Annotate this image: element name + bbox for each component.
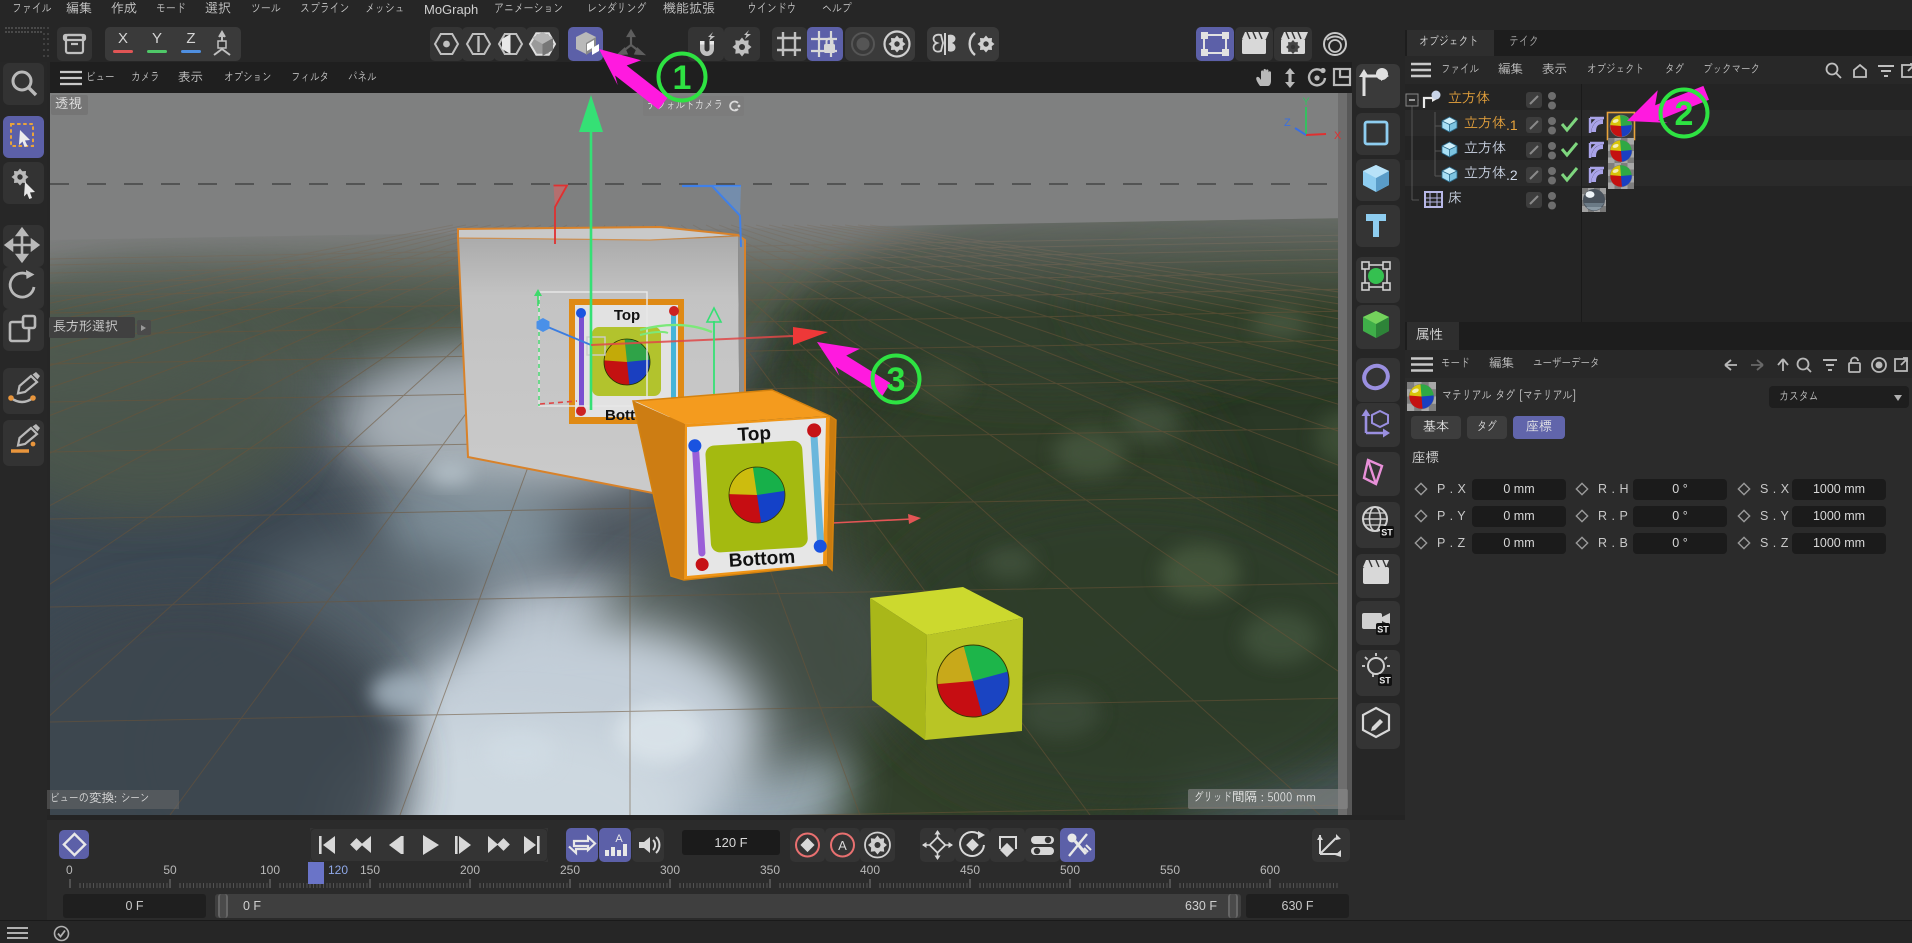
svg-text:400: 400 xyxy=(860,863,880,877)
svg-text:200: 200 xyxy=(460,863,480,877)
svg-text:100: 100 xyxy=(260,863,280,877)
svg-text:Top: Top xyxy=(737,423,772,446)
svg-text:Bottom: Bottom xyxy=(728,547,796,572)
svg-text:Z: Z xyxy=(1284,117,1291,129)
svg-text:Y: Y xyxy=(1302,96,1310,108)
svg-text:600: 600 xyxy=(1260,863,1280,877)
svg-text:250: 250 xyxy=(560,863,580,877)
svg-text:120: 120 xyxy=(328,863,348,877)
svg-text:Bott: Bott xyxy=(605,407,635,424)
svg-text:150: 150 xyxy=(360,863,380,877)
svg-text:ST: ST xyxy=(1377,625,1389,635)
svg-text:500: 500 xyxy=(1060,863,1080,877)
svg-text:ST: ST xyxy=(1381,528,1393,538)
svg-text:Top: Top xyxy=(614,307,640,324)
svg-text:0: 0 xyxy=(66,863,73,877)
svg-text:550: 550 xyxy=(1160,863,1180,877)
svg-text:450: 450 xyxy=(960,863,980,877)
svg-text:ST: ST xyxy=(1379,676,1391,686)
svg-text:350: 350 xyxy=(760,863,780,877)
svg-text:50: 50 xyxy=(163,863,177,877)
svg-text:A: A xyxy=(615,833,623,845)
svg-text:A: A xyxy=(838,838,847,853)
svg-text:X: X xyxy=(1334,130,1342,142)
svg-text:300: 300 xyxy=(660,863,680,877)
